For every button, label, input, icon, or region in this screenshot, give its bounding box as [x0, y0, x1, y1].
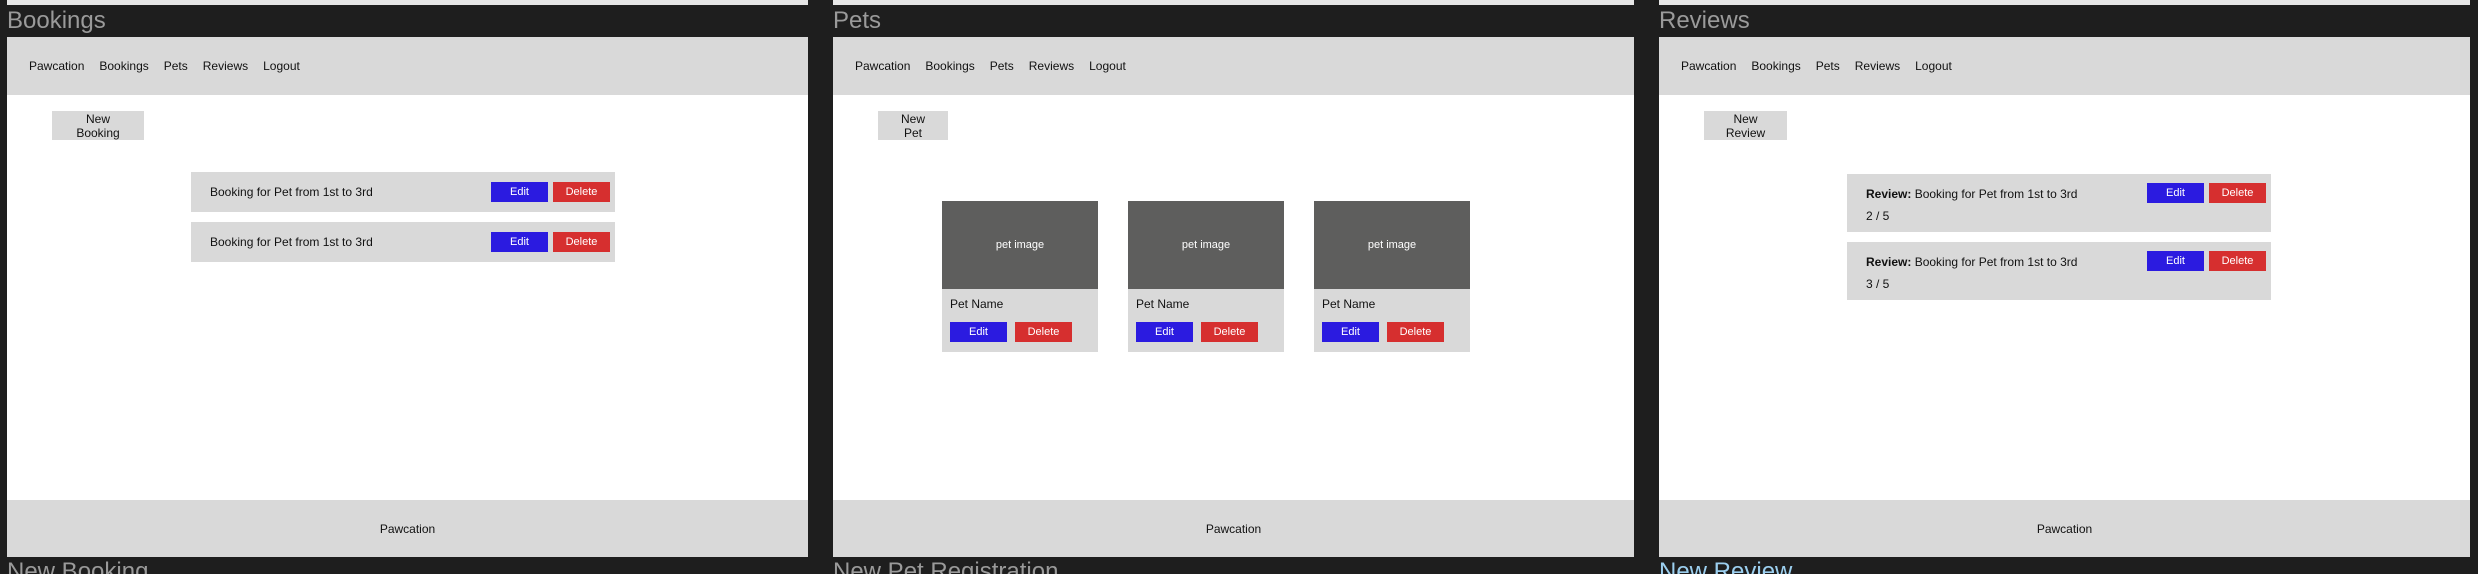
delete-button[interactable]: Delete	[1201, 322, 1258, 342]
frame-title: Bookings	[7, 7, 106, 34]
reviews-frame: Pawcation Bookings Pets Reviews Logout N…	[1659, 37, 2470, 557]
footer: Pawcation	[1659, 500, 2470, 557]
nav-bookings[interactable]: Bookings	[923, 57, 976, 75]
nav-bookings[interactable]: Bookings	[1749, 57, 1802, 75]
frame-above-edge	[1659, 0, 2470, 5]
frame-title: Reviews	[1659, 7, 1750, 34]
list-item: Review: Booking for Pet from 1st to 3rd …	[1847, 242, 2271, 300]
nav-home[interactable]: Pawcation	[27, 57, 86, 75]
new-booking-button[interactable]: New Booking	[52, 111, 144, 140]
next-frame-title: New Booking	[7, 558, 149, 574]
review-rating: 3 / 5	[1866, 277, 1890, 291]
delete-button[interactable]: Delete	[2209, 251, 2266, 271]
delete-button[interactable]: Delete	[553, 232, 610, 252]
edit-button[interactable]: Edit	[1136, 322, 1193, 342]
nav-pets[interactable]: Pets	[988, 57, 1016, 75]
navbar: Pawcation Bookings Pets Reviews Logout	[7, 37, 808, 95]
footer-brand: Pawcation	[2036, 521, 2093, 536]
edit-button[interactable]: Edit	[2147, 183, 2204, 203]
list-item: Booking for Pet from 1st to 3rd Edit Del…	[191, 222, 615, 262]
list-item: Booking for Pet from 1st to 3rd Edit Del…	[191, 172, 615, 212]
review-text: Review: Booking for Pet from 1st to 3rd	[1866, 187, 2077, 201]
review-rating: 2 / 5	[1866, 209, 1890, 223]
new-pet-button[interactable]: New Pet	[878, 111, 948, 140]
footer: Pawcation	[7, 500, 808, 557]
nav-home[interactable]: Pawcation	[853, 57, 912, 75]
nav-reviews[interactable]: Reviews	[1027, 57, 1076, 75]
navbar: Pawcation Bookings Pets Reviews Logout	[833, 37, 1634, 95]
edit-button[interactable]: Edit	[491, 182, 548, 202]
frame-above-edge	[833, 0, 1634, 5]
list-item: Review: Booking for Pet from 1st to 3rd …	[1847, 174, 2271, 232]
edit-button[interactable]: Edit	[2147, 251, 2204, 271]
pet-name: Pet Name	[950, 297, 1004, 311]
edit-button[interactable]: Edit	[1322, 322, 1379, 342]
review-text: Review: Booking for Pet from 1st to 3rd	[1866, 255, 2077, 269]
nav-pets[interactable]: Pets	[1814, 57, 1842, 75]
delete-button[interactable]: Delete	[1387, 322, 1444, 342]
delete-button[interactable]: Delete	[553, 182, 610, 202]
footer: Pawcation	[833, 500, 1634, 557]
booking-label: Booking for Pet from 1st to 3rd	[210, 235, 373, 249]
pets-frame: Pawcation Bookings Pets Reviews Logout N…	[833, 37, 1634, 557]
next-frame-title: New Pet Registration	[833, 558, 1059, 574]
edit-button[interactable]: Edit	[950, 322, 1007, 342]
nav-reviews[interactable]: Reviews	[201, 57, 250, 75]
review-label: Booking for Pet from 1st to 3rd	[1914, 255, 2078, 269]
nav-logout[interactable]: Logout	[1087, 57, 1128, 75]
frame-above-edge	[7, 0, 808, 5]
nav-reviews[interactable]: Reviews	[1853, 57, 1902, 75]
frame-title: Pets	[833, 7, 882, 34]
pet-image-placeholder: pet image	[942, 201, 1098, 289]
delete-button[interactable]: Delete	[2209, 183, 2266, 203]
nav-bookings[interactable]: Bookings	[97, 57, 150, 75]
nav-home[interactable]: Pawcation	[1679, 57, 1738, 75]
new-review-button[interactable]: New Review	[1704, 111, 1787, 140]
nav-logout[interactable]: Logout	[261, 57, 302, 75]
nav-logout[interactable]: Logout	[1913, 57, 1954, 75]
pet-card: pet image Pet Name Edit Delete	[1128, 201, 1284, 352]
booking-label: Booking for Pet from 1st to 3rd	[210, 185, 373, 199]
pet-image-placeholder: pet image	[1314, 201, 1470, 289]
review-prefix: Review:	[1866, 255, 1912, 269]
pet-name: Pet Name	[1322, 297, 1376, 311]
nav-pets[interactable]: Pets	[162, 57, 190, 75]
delete-button[interactable]: Delete	[1015, 322, 1072, 342]
next-frame-title: New Review	[1659, 558, 1793, 574]
bookings-frame: Pawcation Bookings Pets Reviews Logout N…	[7, 37, 808, 557]
review-prefix: Review:	[1866, 187, 1912, 201]
navbar: Pawcation Bookings Pets Reviews Logout	[1659, 37, 2470, 95]
footer-brand: Pawcation	[1205, 521, 1262, 536]
review-label: Booking for Pet from 1st to 3rd	[1914, 187, 2078, 201]
pet-image-placeholder: pet image	[1128, 201, 1284, 289]
pet-card: pet image Pet Name Edit Delete	[1314, 201, 1470, 352]
footer-brand: Pawcation	[379, 521, 436, 536]
edit-button[interactable]: Edit	[491, 232, 548, 252]
pet-card: pet image Pet Name Edit Delete	[942, 201, 1098, 352]
pet-name: Pet Name	[1136, 297, 1190, 311]
